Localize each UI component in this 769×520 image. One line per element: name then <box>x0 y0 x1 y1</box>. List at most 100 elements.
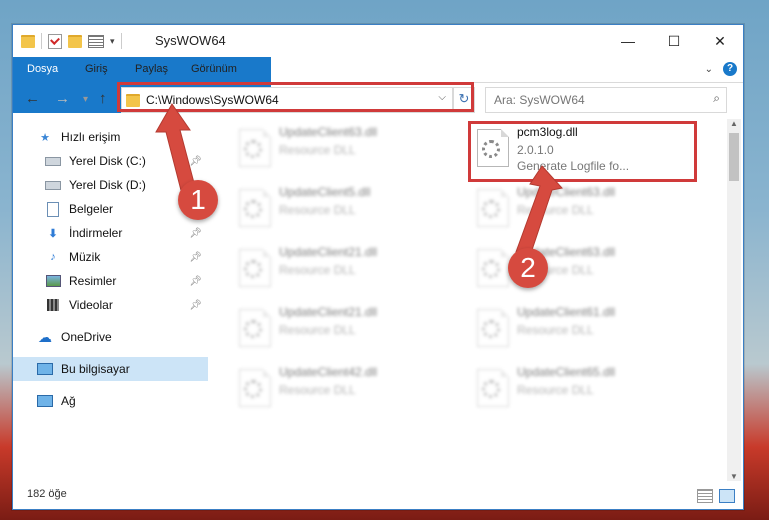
videos-icon <box>45 298 61 312</box>
list-item[interactable]: UpdateClient21.dll Resource DLL <box>233 241 463 297</box>
tab-view[interactable]: Görünüm <box>191 57 237 82</box>
dll-file-icon <box>477 369 509 407</box>
list-item[interactable]: UpdateClient63.dll Resource DLL <box>233 121 463 177</box>
customize-toolbar-icon[interactable]: ▾ <box>110 36 115 47</box>
sidebar-item-label: İndirmeler <box>69 226 123 240</box>
sidebar-item-music[interactable]: ♪ Müzik 📌︎ <box>13 245 208 269</box>
pictures-icon <box>45 274 61 288</box>
file-type: Resource DLL <box>279 323 356 337</box>
scroll-down-icon[interactable]: ▼ <box>727 472 741 481</box>
ribbon-right: ⌄ ? <box>705 62 737 76</box>
drive-icon <box>45 178 61 192</box>
sidebar-item-label: Müzik <box>69 250 101 264</box>
pin-icon[interactable]: 📌︎ <box>189 252 202 263</box>
gear-icon <box>482 380 500 398</box>
dll-file-icon <box>239 189 271 227</box>
file-name: UpdateClient42.dll <box>279 365 378 379</box>
folder-icon <box>21 34 35 48</box>
sidebar-item-label: Yerel Disk (D:) <box>69 178 146 192</box>
expand-ribbon-icon[interactable]: ⌄ <box>705 64 713 75</box>
quick-access-toolbar: ▾ <box>21 33 122 49</box>
network-icon <box>37 394 53 408</box>
search-icon: ⌕ <box>713 91 720 105</box>
gear-icon <box>244 140 262 158</box>
pin-icon[interactable]: 📌︎ <box>189 228 202 239</box>
help-icon[interactable]: ? <box>723 62 737 76</box>
list-item[interactable]: UpdateClient65.dll Resource DLL <box>471 361 701 417</box>
back-button[interactable]: ← <box>25 90 40 107</box>
pin-icon[interactable]: 📌︎ <box>189 276 202 287</box>
dll-file-icon <box>239 249 271 287</box>
title-bar: ▾ SysWOW64 — ☐ ✕ <box>13 25 743 57</box>
tiles-view-icon[interactable] <box>719 489 735 503</box>
gear-icon <box>244 320 262 338</box>
forward-button[interactable]: → <box>55 90 70 107</box>
gear-icon <box>482 200 500 218</box>
maximize-button[interactable]: ☐ <box>651 25 697 57</box>
file-name: UpdateClient5.dll <box>279 185 371 199</box>
sidebar-item-label: Videolar <box>69 298 113 312</box>
vertical-scrollbar[interactable]: ▲ ▼ <box>727 119 741 481</box>
sidebar-item-downloads[interactable]: ⬇ İndirmeler 📌︎ <box>13 221 208 245</box>
list-item[interactable]: UpdateClient21.dll Resource DLL <box>233 301 463 357</box>
star-icon: ★ <box>40 131 50 144</box>
download-icon: ⬇ <box>48 227 58 240</box>
sidebar-item-label: Ağ <box>61 394 76 408</box>
sidebar-item-network[interactable]: Ağ <box>13 389 208 413</box>
file-name: UpdateClient65.dll <box>517 365 616 379</box>
pin-icon[interactable]: 📌︎ <box>189 300 202 311</box>
sidebar-item-label: Yerel Disk (C:) <box>69 154 146 168</box>
new-folder-icon[interactable] <box>68 34 82 48</box>
status-bar: 182 öğe <box>13 483 743 509</box>
tab-share[interactable]: Paylaş <box>135 57 168 82</box>
list-item[interactable]: UpdateClient61.dll Resource DLL <box>471 301 701 357</box>
dll-file-icon <box>239 129 271 167</box>
gear-icon <box>482 320 500 338</box>
file-type: Resource DLL <box>517 383 594 397</box>
file-name: UpdateClient61.dll <box>517 305 616 319</box>
tab-home[interactable]: Giriş <box>85 57 108 82</box>
file-type: Resource DLL <box>279 263 356 277</box>
file-type: Resource DLL <box>279 383 356 397</box>
up-button[interactable]: ↑ <box>99 90 107 107</box>
sidebar-item-onedrive[interactable]: ☁ OneDrive <box>13 325 208 349</box>
divider <box>41 33 42 49</box>
search-input[interactable] <box>492 92 696 108</box>
list-item[interactable]: UpdateClient42.dll Resource DLL <box>233 361 463 417</box>
sidebar-item-this-pc[interactable]: Bu bilgisayar <box>13 357 208 381</box>
file-type: Resource DLL <box>279 203 356 217</box>
sidebar-item-pictures[interactable]: Resimler 📌︎ <box>13 269 208 293</box>
step-2-badge: 2 <box>508 248 548 288</box>
search-box[interactable]: ⌕ <box>485 87 727 113</box>
window-controls: — ☐ ✕ <box>605 25 743 57</box>
properties-check-icon[interactable] <box>48 33 62 49</box>
scroll-thumb[interactable] <box>729 133 739 181</box>
minimize-button[interactable]: — <box>605 25 651 57</box>
sidebar-item-label: OneDrive <box>61 330 112 344</box>
sidebar-item-label: Hızlı erişim <box>61 130 121 144</box>
file-name: UpdateClient21.dll <box>279 305 378 319</box>
file-type: Resource DLL <box>517 323 594 337</box>
dll-file-icon <box>239 309 271 347</box>
gear-icon <box>244 200 262 218</box>
list-item[interactable]: UpdateClient5.dll Resource DLL <box>233 181 463 237</box>
details-view-icon[interactable] <box>697 489 713 503</box>
sidebar-item-label: Belgeler <box>69 202 114 216</box>
gear-icon <box>244 260 262 278</box>
gear-icon <box>244 380 262 398</box>
sidebar-item-videos[interactable]: Videolar 📌︎ <box>13 293 208 317</box>
file-name: UpdateClient63.dll <box>279 125 378 139</box>
gear-icon <box>482 260 500 278</box>
file-type: Resource DLL <box>279 143 356 157</box>
scroll-up-icon[interactable]: ▲ <box>727 119 741 128</box>
recent-locations-icon[interactable]: ▾ <box>83 94 88 105</box>
sidebar-item-label: Resimler <box>69 274 117 288</box>
close-button[interactable]: ✕ <box>697 25 743 57</box>
view-switcher <box>697 489 735 503</box>
computer-icon <box>37 362 53 376</box>
divider <box>120 33 122 49</box>
step-1-badge: 1 <box>178 180 218 220</box>
dll-file-icon <box>477 309 509 347</box>
sidebar-item-label: Bu bilgisayar <box>61 362 130 376</box>
view-options-icon[interactable] <box>88 34 104 48</box>
